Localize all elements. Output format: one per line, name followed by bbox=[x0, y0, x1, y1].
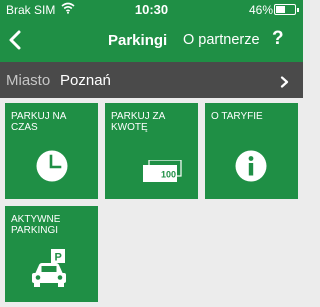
tile-park-by-amount[interactable]: PARKUJ ZA KWOTĘ 100 bbox=[105, 103, 198, 199]
banknote-amount: 100 bbox=[161, 170, 176, 180]
tile-label: AKTYWNE PARKINGI bbox=[11, 214, 61, 236]
banknote-icon: 100 bbox=[143, 159, 183, 185]
car-parking-icon: P bbox=[29, 248, 73, 293]
nav-bar: Parkingi O partnerze ? bbox=[0, 20, 303, 62]
tile-label: O TARYFIE bbox=[211, 111, 263, 122]
info-icon bbox=[234, 149, 268, 186]
city-label: Miasto bbox=[6, 72, 51, 89]
back-chevron-icon[interactable] bbox=[4, 26, 28, 54]
help-button[interactable]: ? bbox=[272, 28, 284, 50]
page-title: Parkingi bbox=[108, 32, 168, 49]
clock-icon bbox=[35, 149, 69, 186]
about-partner-link[interactable]: O partnerze bbox=[183, 32, 260, 48]
city-value: Poznań bbox=[60, 72, 111, 89]
status-bar: Brak SIM 10:30 46% bbox=[0, 0, 303, 20]
app-header: Brak SIM 10:30 46% Parkingi O partnerze … bbox=[0, 0, 303, 62]
tile-label: PARKUJ NA CZAS bbox=[11, 111, 66, 133]
battery-percent: 46% bbox=[249, 3, 274, 17]
parking-badge: P bbox=[55, 252, 62, 264]
tile-active-parkings[interactable]: AKTYWNE PARKINGI P bbox=[5, 206, 98, 302]
tile-label: PARKUJ ZA KWOTĘ bbox=[111, 111, 165, 133]
tile-tariff-info[interactable]: O TARYFIE bbox=[205, 103, 298, 199]
tile-park-by-time[interactable]: PARKUJ NA CZAS bbox=[5, 103, 98, 199]
city-selector[interactable]: Miasto Poznań bbox=[0, 62, 303, 98]
battery-icon bbox=[274, 4, 299, 15]
chevron-right-icon bbox=[280, 75, 290, 92]
